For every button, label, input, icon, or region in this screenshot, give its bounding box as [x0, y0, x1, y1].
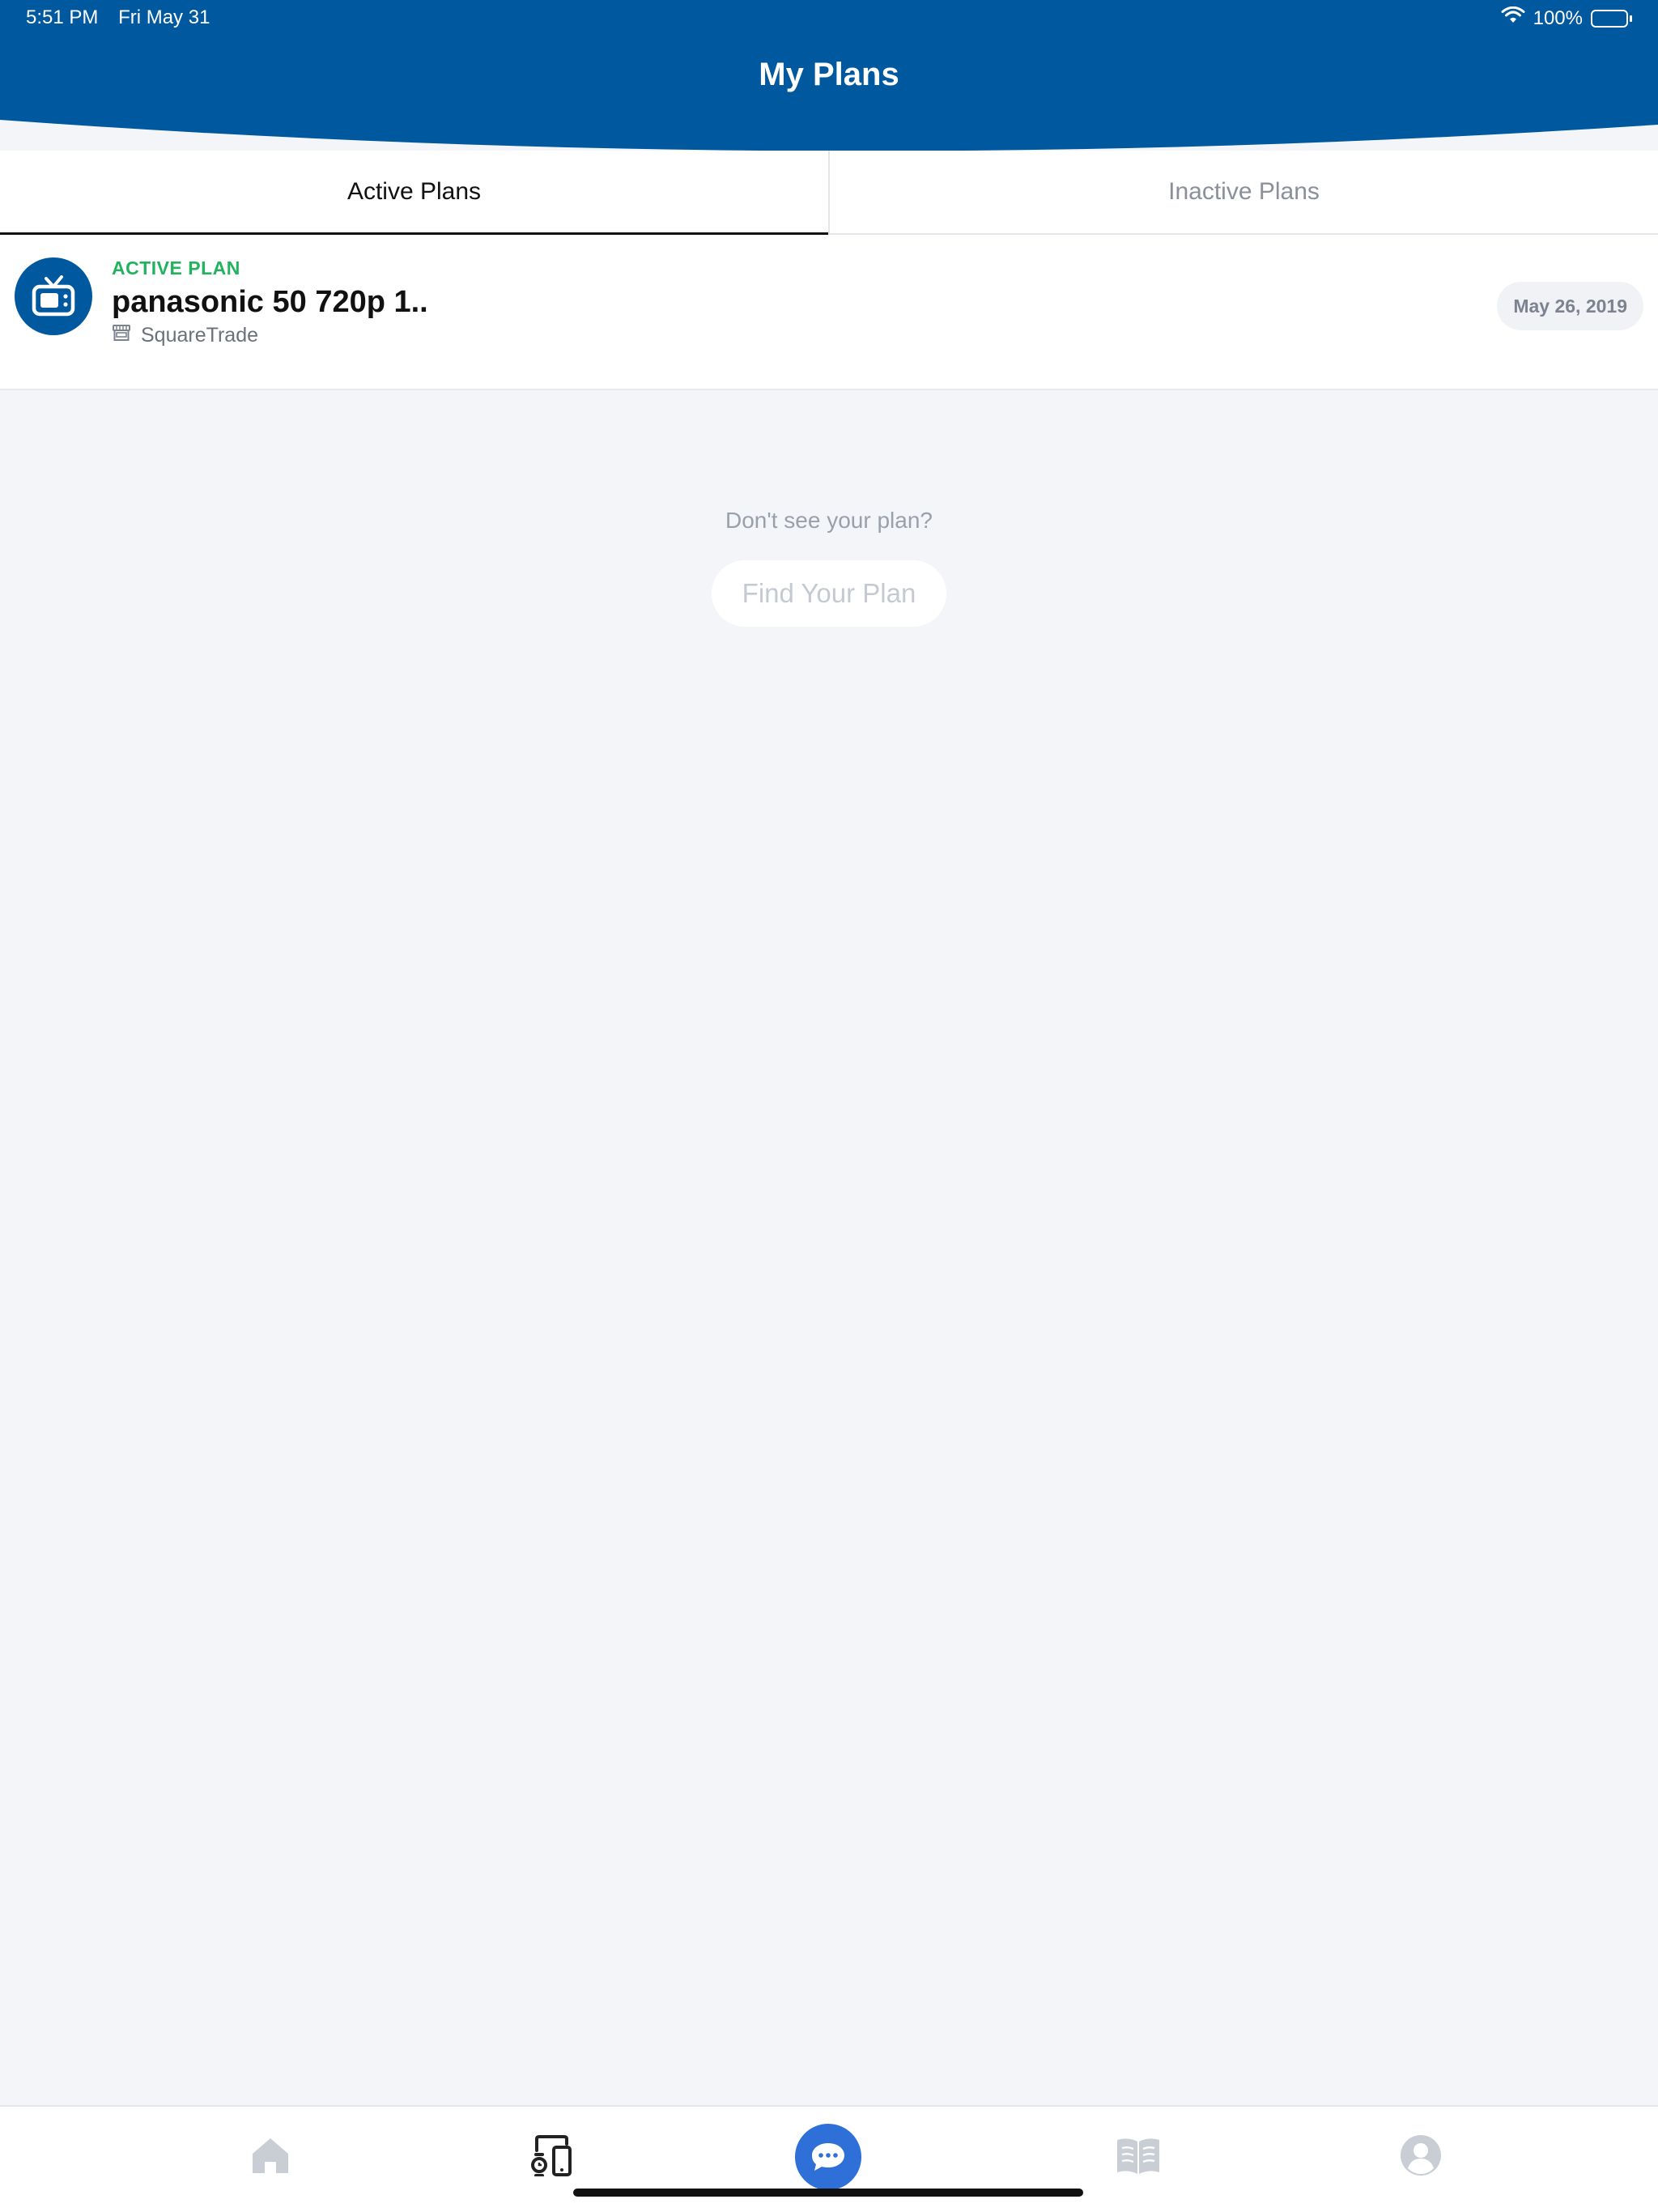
nav-home[interactable] — [234, 2125, 307, 2189]
tab-inactive-plans[interactable]: Inactive Plans — [828, 151, 1658, 233]
plan-tabs: Active Plans Inactive Plans — [0, 151, 1658, 235]
status-bar: 5:51 PM Fri May 31 100% — [26, 6, 1632, 39]
status-left: 5:51 PM Fri May 31 — [26, 6, 224, 29]
status-date: Fri May 31 — [118, 6, 210, 28]
store-icon — [112, 324, 131, 347]
status-time: 5:51 PM — [26, 6, 99, 28]
home-indicator — [573, 2189, 1083, 2197]
wifi-icon — [1501, 6, 1525, 30]
plan-date-badge: May 26, 2019 — [1497, 282, 1643, 330]
plan-provider: SquareTrade — [112, 324, 258, 347]
home-icon — [250, 2136, 291, 2179]
nav-devices[interactable] — [515, 2125, 588, 2189]
nav-guides[interactable] — [1102, 2125, 1175, 2189]
plan-name: panasonic 50 720p 1.. — [112, 285, 428, 319]
devices-icon — [529, 2134, 574, 2180]
battery-percent: 100% — [1533, 6, 1583, 29]
nav-profile[interactable] — [1384, 2125, 1457, 2189]
profile-icon — [1400, 2134, 1442, 2180]
page-title: My Plans — [759, 57, 899, 92]
missing-plan-prompt: Don't see your plan? — [725, 508, 933, 533]
chat-icon — [795, 2124, 861, 2190]
plan-list-item[interactable]: ACTIVE PLAN panasonic 50 720p 1.. Square… — [0, 235, 1658, 390]
tab-active-plans[interactable]: Active Plans — [0, 151, 828, 235]
book-icon — [1116, 2135, 1161, 2180]
plan-status-label: ACTIVE PLAN — [112, 257, 240, 279]
tv-icon — [15, 257, 92, 335]
header: 5:51 PM Fri May 31 100% My Plans — [0, 0, 1658, 162]
battery-icon — [1591, 9, 1632, 28]
nav-chat[interactable] — [792, 2124, 865, 2190]
status-right: 100% — [1501, 6, 1632, 30]
app-root: 5:51 PM Fri May 31 100% My Plans Active … — [0, 0, 1658, 2212]
find-your-plan-button[interactable]: Find Your Plan — [712, 560, 946, 627]
plan-provider-name: SquareTrade — [141, 324, 258, 347]
